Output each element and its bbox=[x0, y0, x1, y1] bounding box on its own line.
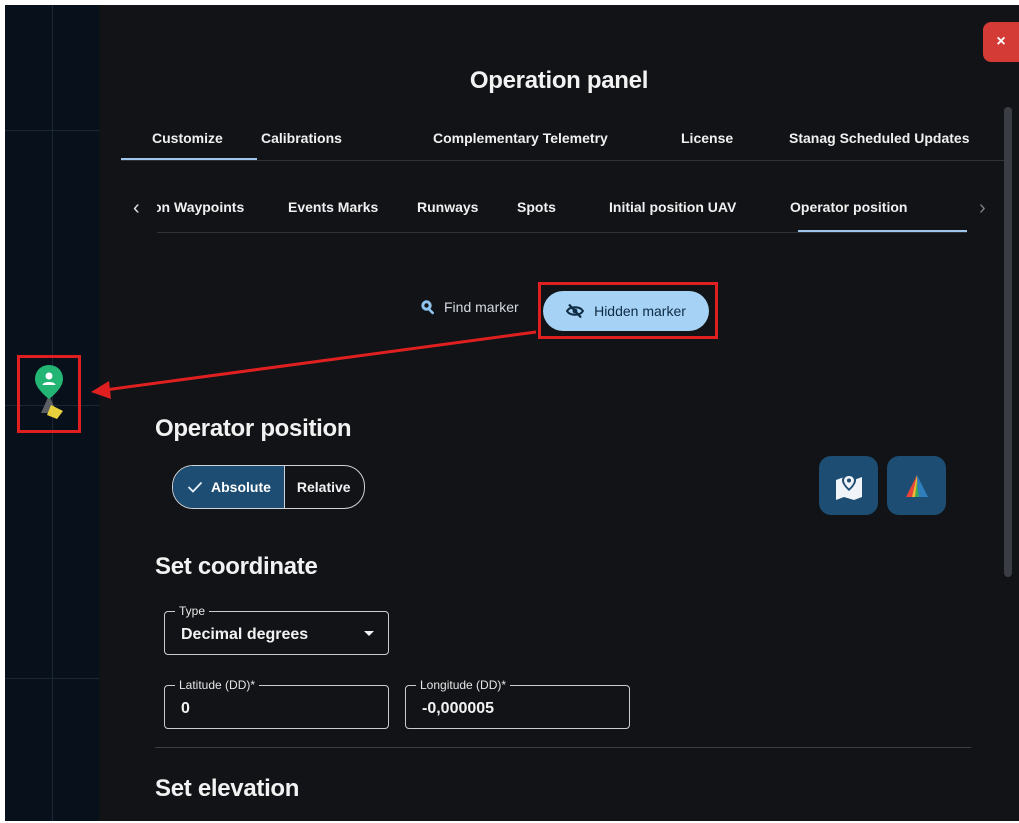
close-button[interactable]: × bbox=[983, 22, 1019, 62]
annotation-arrow bbox=[91, 330, 537, 399]
map-view[interactable]: Operation panel Customize Calibrations C… bbox=[5, 5, 1019, 821]
